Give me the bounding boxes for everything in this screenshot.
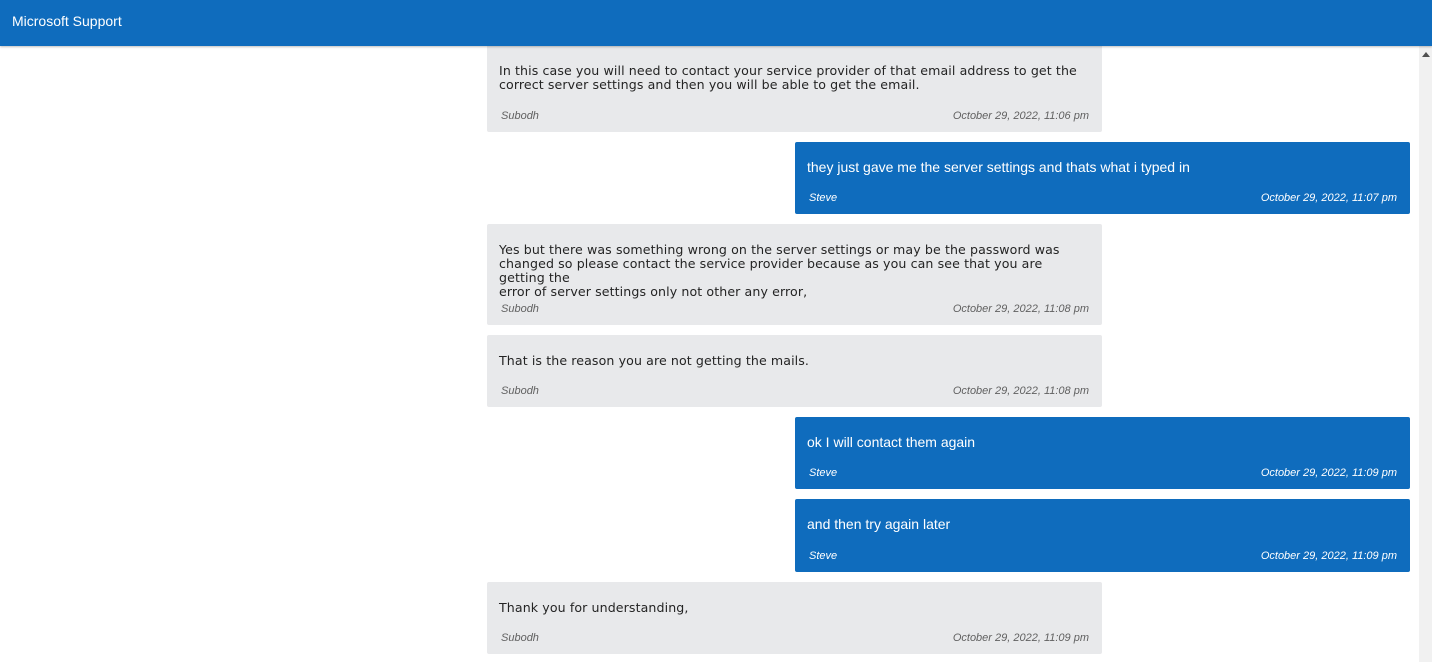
user-message: they just gave me the server settings an…	[795, 142, 1410, 214]
message-text: Yes but there was something wrong on the…	[499, 243, 1088, 299]
message-text: they just gave me the server settings an…	[807, 160, 1396, 174]
message-line: Yes but there was something wrong on the…	[499, 242, 1060, 257]
message-line: ok I will contact them again	[807, 434, 976, 450]
scrollbar-thumb[interactable]	[1421, 66, 1430, 662]
user-message: and then try again later Steve October 2…	[795, 499, 1410, 572]
chat-transcript[interactable]: In this case you will need to contact yo…	[0, 46, 1419, 662]
app-title: Microsoft Support	[12, 13, 122, 29]
message-timestamp: October 29, 2022, 11:08 pm	[952, 385, 1089, 397]
message-author: Steve	[809, 550, 838, 562]
message-line: correct server settings and then you wil…	[499, 77, 920, 92]
message-text: In this case you will need to contact yo…	[499, 64, 1088, 92]
message-timestamp: October 29, 2022, 11:06 pm	[952, 110, 1089, 122]
message-line: and then try again later	[807, 516, 951, 532]
message-line: In this case you will need to contact yo…	[499, 63, 1077, 78]
app-header: Microsoft Support	[0, 0, 1432, 46]
message-author: Subodh	[501, 632, 539, 644]
message-line: they just gave me the server settings an…	[807, 159, 1190, 175]
message-timestamp: October 29, 2022, 11:07 pm	[1260, 192, 1397, 204]
user-message: ok I will contact them again Steve Octob…	[795, 417, 1410, 489]
agent-message: In this case you will need to contact yo…	[487, 46, 1102, 132]
agent-message: Thank you for understanding, Subodh Octo…	[487, 582, 1102, 654]
message-timestamp: October 29, 2022, 11:09 pm	[952, 632, 1089, 644]
message-author: Steve	[809, 467, 838, 479]
message-text: Thank you for understanding,	[499, 601, 1088, 615]
message-text: That is the reason you are not getting t…	[499, 354, 1088, 368]
message-line: changed so please contact the service pr…	[499, 256, 1043, 285]
agent-message: Yes but there was something wrong on the…	[487, 224, 1102, 325]
message-text: ok I will contact them again	[807, 435, 1396, 449]
vertical-scrollbar[interactable]	[1419, 46, 1432, 662]
message-timestamp: October 29, 2022, 11:08 pm	[952, 303, 1089, 315]
message-author: Subodh	[501, 110, 539, 122]
message-line: That is the reason you are not getting t…	[499, 353, 810, 368]
message-timestamp: October 29, 2022, 11:09 pm	[1260, 550, 1397, 562]
message-line: Thank you for understanding,	[499, 600, 689, 615]
agent-message: That is the reason you are not getting t…	[487, 335, 1102, 407]
message-timestamp: October 29, 2022, 11:09 pm	[1260, 467, 1397, 479]
message-author: Subodh	[501, 385, 539, 397]
message-text: and then try again later	[807, 517, 1396, 531]
scroll-up-arrow-icon[interactable]	[1422, 52, 1430, 57]
message-author: Subodh	[501, 303, 539, 315]
message-author: Steve	[809, 192, 838, 204]
message-line: error of server settings only not other …	[499, 284, 808, 299]
